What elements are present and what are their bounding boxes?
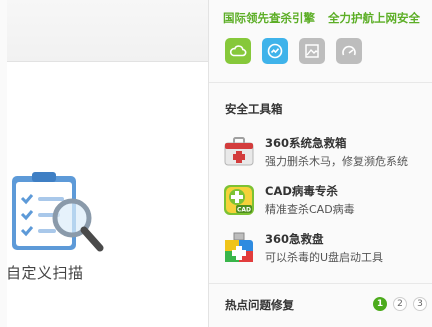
- tool-name: 360系统急救箱: [265, 136, 347, 150]
- toolbox-title: 安全工具箱: [225, 102, 283, 116]
- tool-desc: 精准查杀CAD病毒: [265, 203, 355, 216]
- monitor-icon[interactable]: [262, 38, 288, 64]
- feature-icons: [225, 38, 362, 64]
- tool-item-first-aid[interactable]: 360系统急救箱 强力删杀木马，修复濒危系统: [223, 134, 432, 170]
- image-icon[interactable]: [299, 38, 325, 64]
- tool-desc: 可以杀毒的U盘启动工具: [265, 251, 384, 264]
- tool-item-usb-rescue[interactable]: 360急救盘 可以杀毒的U盘启动工具: [223, 230, 432, 266]
- custom-scan-icon[interactable]: [8, 168, 106, 256]
- usb-rescue-icon: [225, 232, 253, 262]
- page-dot-3[interactable]: 3: [413, 297, 427, 311]
- section-divider-top: [209, 82, 432, 83]
- custom-scan-label[interactable]: 自定义扫描: [6, 262, 84, 283]
- slogan-part-1: 国际领先查杀引擎: [223, 11, 315, 25]
- hot-issues-pager: 1 2 3: [373, 297, 427, 311]
- slogan: 国际领先查杀引擎 全力护航上网安全: [223, 10, 432, 26]
- page-dot-1[interactable]: 1: [373, 297, 387, 311]
- left-header-band: [7, 0, 208, 62]
- tool-desc: 强力删杀木马，修复濒危系统: [265, 155, 408, 168]
- right-panel: 国际领先查杀引擎 全力护航上网安全 安全工具箱 360系统急救箱 强力删杀木马，修…: [209, 0, 432, 327]
- left-panel: 自定义扫描: [0, 0, 208, 327]
- cad-cross-icon: CAD: [224, 185, 254, 215]
- tool-name: CAD病毒专杀: [265, 184, 338, 198]
- slogan-part-2: 全力护航上网安全: [328, 11, 420, 25]
- page-dot-2[interactable]: 2: [393, 297, 407, 311]
- speed-icon[interactable]: [336, 38, 362, 64]
- section-divider-bottom: [209, 283, 432, 284]
- cloud-icon[interactable]: [225, 38, 251, 64]
- hot-issues-title: 热点问题修复: [225, 298, 294, 312]
- svg-text:CAD: CAD: [237, 207, 251, 214]
- tool-item-cad[interactable]: CAD CAD病毒专杀 精准查杀CAD病毒: [223, 182, 432, 218]
- tool-name: 360急救盘: [265, 232, 324, 246]
- first-aid-kit-icon: [224, 137, 254, 166]
